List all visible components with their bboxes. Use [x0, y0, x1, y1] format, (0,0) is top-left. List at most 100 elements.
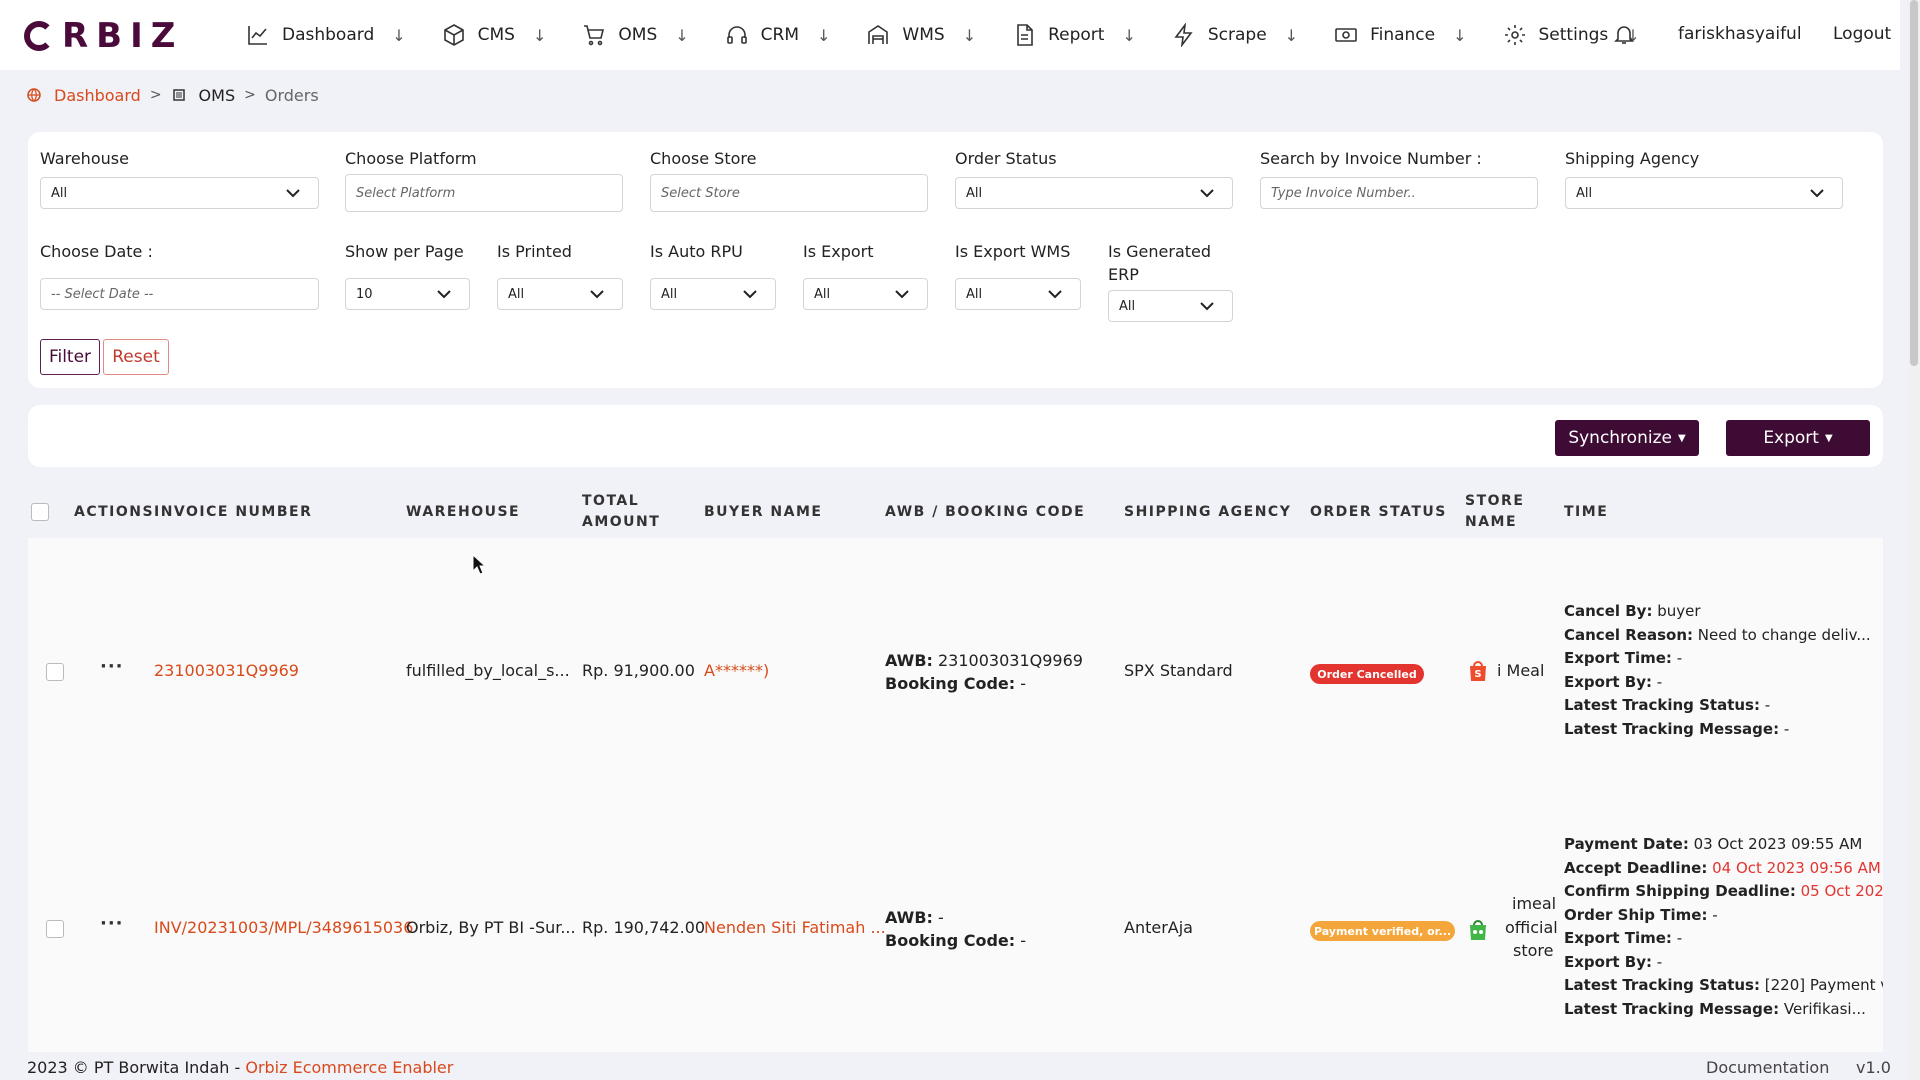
time-line: Confirm Shipping Deadline: 05 Oct 2023: [1564, 882, 1883, 900]
nav-scrape[interactable]: Scrape ↓: [1172, 0, 1298, 70]
store-placeholder: Select Store: [661, 185, 740, 201]
nav-report[interactable]: Report ↓: [1012, 0, 1136, 70]
filter-button[interactable]: Filter: [40, 339, 100, 375]
is-export-select[interactable]: All: [803, 278, 928, 310]
arrow-down-icon: ↓: [1453, 25, 1467, 45]
buyer-link[interactable]: Nenden Siti Fatimah ...: [704, 918, 886, 937]
username[interactable]: fariskhasyaiful: [1678, 24, 1802, 44]
warehouse-cell: Orbiz, By PT BI -Sur...: [406, 918, 576, 937]
version-label: v1.0: [1856, 1058, 1891, 1077]
per-page-select[interactable]: 10: [345, 278, 470, 310]
is-generated-erp-value: All: [1119, 298, 1136, 314]
logout-link[interactable]: Logout: [1833, 24, 1891, 44]
is-export-wms-select[interactable]: All: [955, 278, 1081, 310]
row-actions-menu[interactable]: ···: [100, 656, 124, 677]
nav-oms[interactable]: OMS ↓: [582, 0, 689, 70]
export-button[interactable]: Export ▼: [1726, 420, 1870, 456]
awb-label: AWB:: [885, 651, 933, 670]
booking-cell: Booking Code: -: [885, 931, 1026, 950]
nav-label: Settings: [1538, 25, 1609, 45]
is-auto-rpu-value: All: [661, 286, 678, 302]
is-export-wms-label: Is Export WMS: [955, 242, 1071, 261]
store-label: Choose Store: [650, 149, 757, 168]
nav-cms[interactable]: CMS ↓: [442, 0, 547, 70]
invoice-link[interactable]: 231003031Q9969: [154, 661, 299, 680]
store-filter: Choose Store: [650, 147, 756, 170]
is-printed-label: Is Printed: [497, 242, 572, 261]
box-icon: [443, 24, 464, 46]
reset-button[interactable]: Reset: [103, 339, 169, 375]
order-status-select[interactable]: All: [955, 177, 1233, 209]
invoice-search-input[interactable]: Type Invoice Number..: [1260, 177, 1538, 209]
total-cell: Rp. 190,742.00: [582, 918, 706, 937]
is-printed-filter: Is Printed: [497, 240, 572, 263]
time-line: Order Ship Time: -: [1564, 905, 1718, 924]
nav-crm[interactable]: CRM ↓: [725, 0, 831, 70]
shopee-bag-icon: S: [1470, 661, 1486, 681]
invoice-link[interactable]: INV/20231003/MPL/3489615036: [154, 918, 413, 937]
is-auto-rpu-select[interactable]: All: [650, 278, 776, 310]
time-line: Latest Tracking Status: [220] Payment ve: [1564, 976, 1883, 994]
buyer-link[interactable]: A******): [704, 661, 769, 680]
status-badge: Payment verified, or...: [1310, 921, 1455, 941]
order-status-value: All: [966, 185, 983, 201]
chevron-down-icon: [437, 288, 451, 300]
copyright-text: 2023 © PT Borwita Indah -: [27, 1058, 246, 1077]
breadcrumb-dashboard[interactable]: Dashboard: [54, 86, 141, 105]
is-export-value: All: [814, 286, 831, 302]
documentation-link[interactable]: Documentation: [1706, 1058, 1829, 1077]
time-line: Latest Tracking Message: -: [1564, 719, 1790, 738]
col-store-2: NAME: [1465, 514, 1518, 530]
chevron-down-icon: [590, 288, 604, 300]
time-line: Latest Tracking Status: -: [1564, 696, 1771, 714]
per-page-value: 10: [356, 286, 373, 302]
time-line: Export Time: -: [1564, 929, 1683, 947]
orbiz-link[interactable]: Orbiz Ecommerce Enabler: [245, 1058, 453, 1077]
breadcrumb-separator: >: [149, 87, 162, 103]
nav-finance[interactable]: Finance ↓: [1334, 0, 1467, 70]
synchronize-label: Synchronize: [1568, 428, 1672, 448]
chevron-down-icon: [1810, 187, 1824, 199]
is-printed-value: All: [508, 286, 525, 302]
arrow-down-icon: ↓: [532, 25, 547, 45]
nav-wms[interactable]: WMS ↓: [866, 0, 976, 70]
platform-label: Choose Platform: [345, 149, 477, 168]
per-page-filter: Show per Page: [345, 240, 464, 263]
store-select[interactable]: Select Store: [650, 174, 928, 212]
select-all-checkbox[interactable]: [31, 503, 49, 521]
nav-label: CRM: [760, 25, 799, 45]
time-cell: Payment Date: 03 Oct 2023 09:55 AM Accep…: [1564, 833, 1883, 1021]
shipping-cell: SPX Standard: [1124, 661, 1233, 680]
platform-select[interactable]: Select Platform: [345, 174, 623, 212]
nav-dashboard[interactable]: Dashboard ↓: [246, 0, 406, 70]
synchronize-button[interactable]: Synchronize ▼: [1555, 420, 1699, 456]
warehouse-select[interactable]: All: [40, 177, 319, 209]
arrow-down-icon: ↓: [817, 25, 831, 45]
invoice-filter: Search by Invoice Number :: [1260, 147, 1482, 170]
date-label: Choose Date :: [40, 242, 153, 261]
warehouse-icon: [868, 25, 889, 44]
warehouse-filter: Warehouse: [40, 147, 129, 170]
nav-label: Dashboard: [282, 25, 375, 45]
tokopedia-bag-icon: [1470, 920, 1486, 940]
globe-icon: [27, 88, 41, 102]
bell-icon[interactable]: [1612, 22, 1638, 48]
row-actions-menu[interactable]: ···: [100, 913, 124, 934]
row-checkbox[interactable]: [46, 920, 64, 938]
booking-cell: Booking Code: -: [885, 674, 1026, 693]
arrow-down-icon: ↓: [962, 25, 977, 45]
order-status-filter: Order Status: [955, 147, 1057, 170]
breadcrumb-oms[interactable]: OMS: [199, 86, 236, 105]
shipping-select[interactable]: All: [1565, 177, 1843, 209]
date-picker-input[interactable]: -- Select Date --: [40, 278, 319, 310]
col-actions: ACTIONS: [74, 504, 155, 520]
is-printed-select[interactable]: All: [497, 278, 623, 310]
breadcrumb: Dashboard > OMS > Orders: [26, 84, 319, 106]
time-line: Export Time: -: [1564, 649, 1683, 667]
orbiz-logo[interactable]: RBIZ: [24, 16, 183, 56]
is-generated-erp-select[interactable]: All: [1108, 290, 1233, 322]
caret-down-icon: ▼: [1824, 432, 1833, 444]
lightning-icon: [1174, 23, 1193, 47]
scrollbar-thumb[interactable]: [1910, 0, 1918, 366]
row-checkbox[interactable]: [46, 663, 64, 681]
